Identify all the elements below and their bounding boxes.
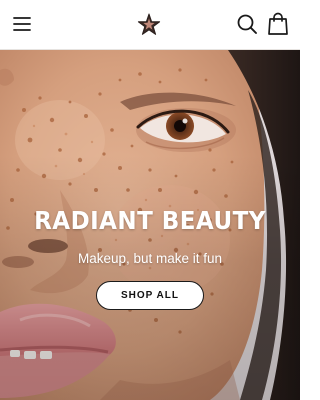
page: RADIANT BEAUTY Makeup, but make it fun S… [0, 0, 300, 400]
hero-subtitle: Makeup, but make it fun [77, 251, 223, 266]
hamburger-menu-icon[interactable] [12, 14, 32, 34]
hero-banner: RADIANT BEAUTY Makeup, but make it fun S… [0, 50, 300, 400]
shopping-bag-icon[interactable] [267, 12, 289, 36]
hero-title: RADIANT BEAUTY [34, 206, 266, 235]
site-header [0, 0, 300, 50]
shop-all-button[interactable]: SHOP ALL [96, 281, 204, 310]
star-logo-icon[interactable] [136, 12, 162, 38]
search-icon[interactable] [236, 13, 258, 35]
